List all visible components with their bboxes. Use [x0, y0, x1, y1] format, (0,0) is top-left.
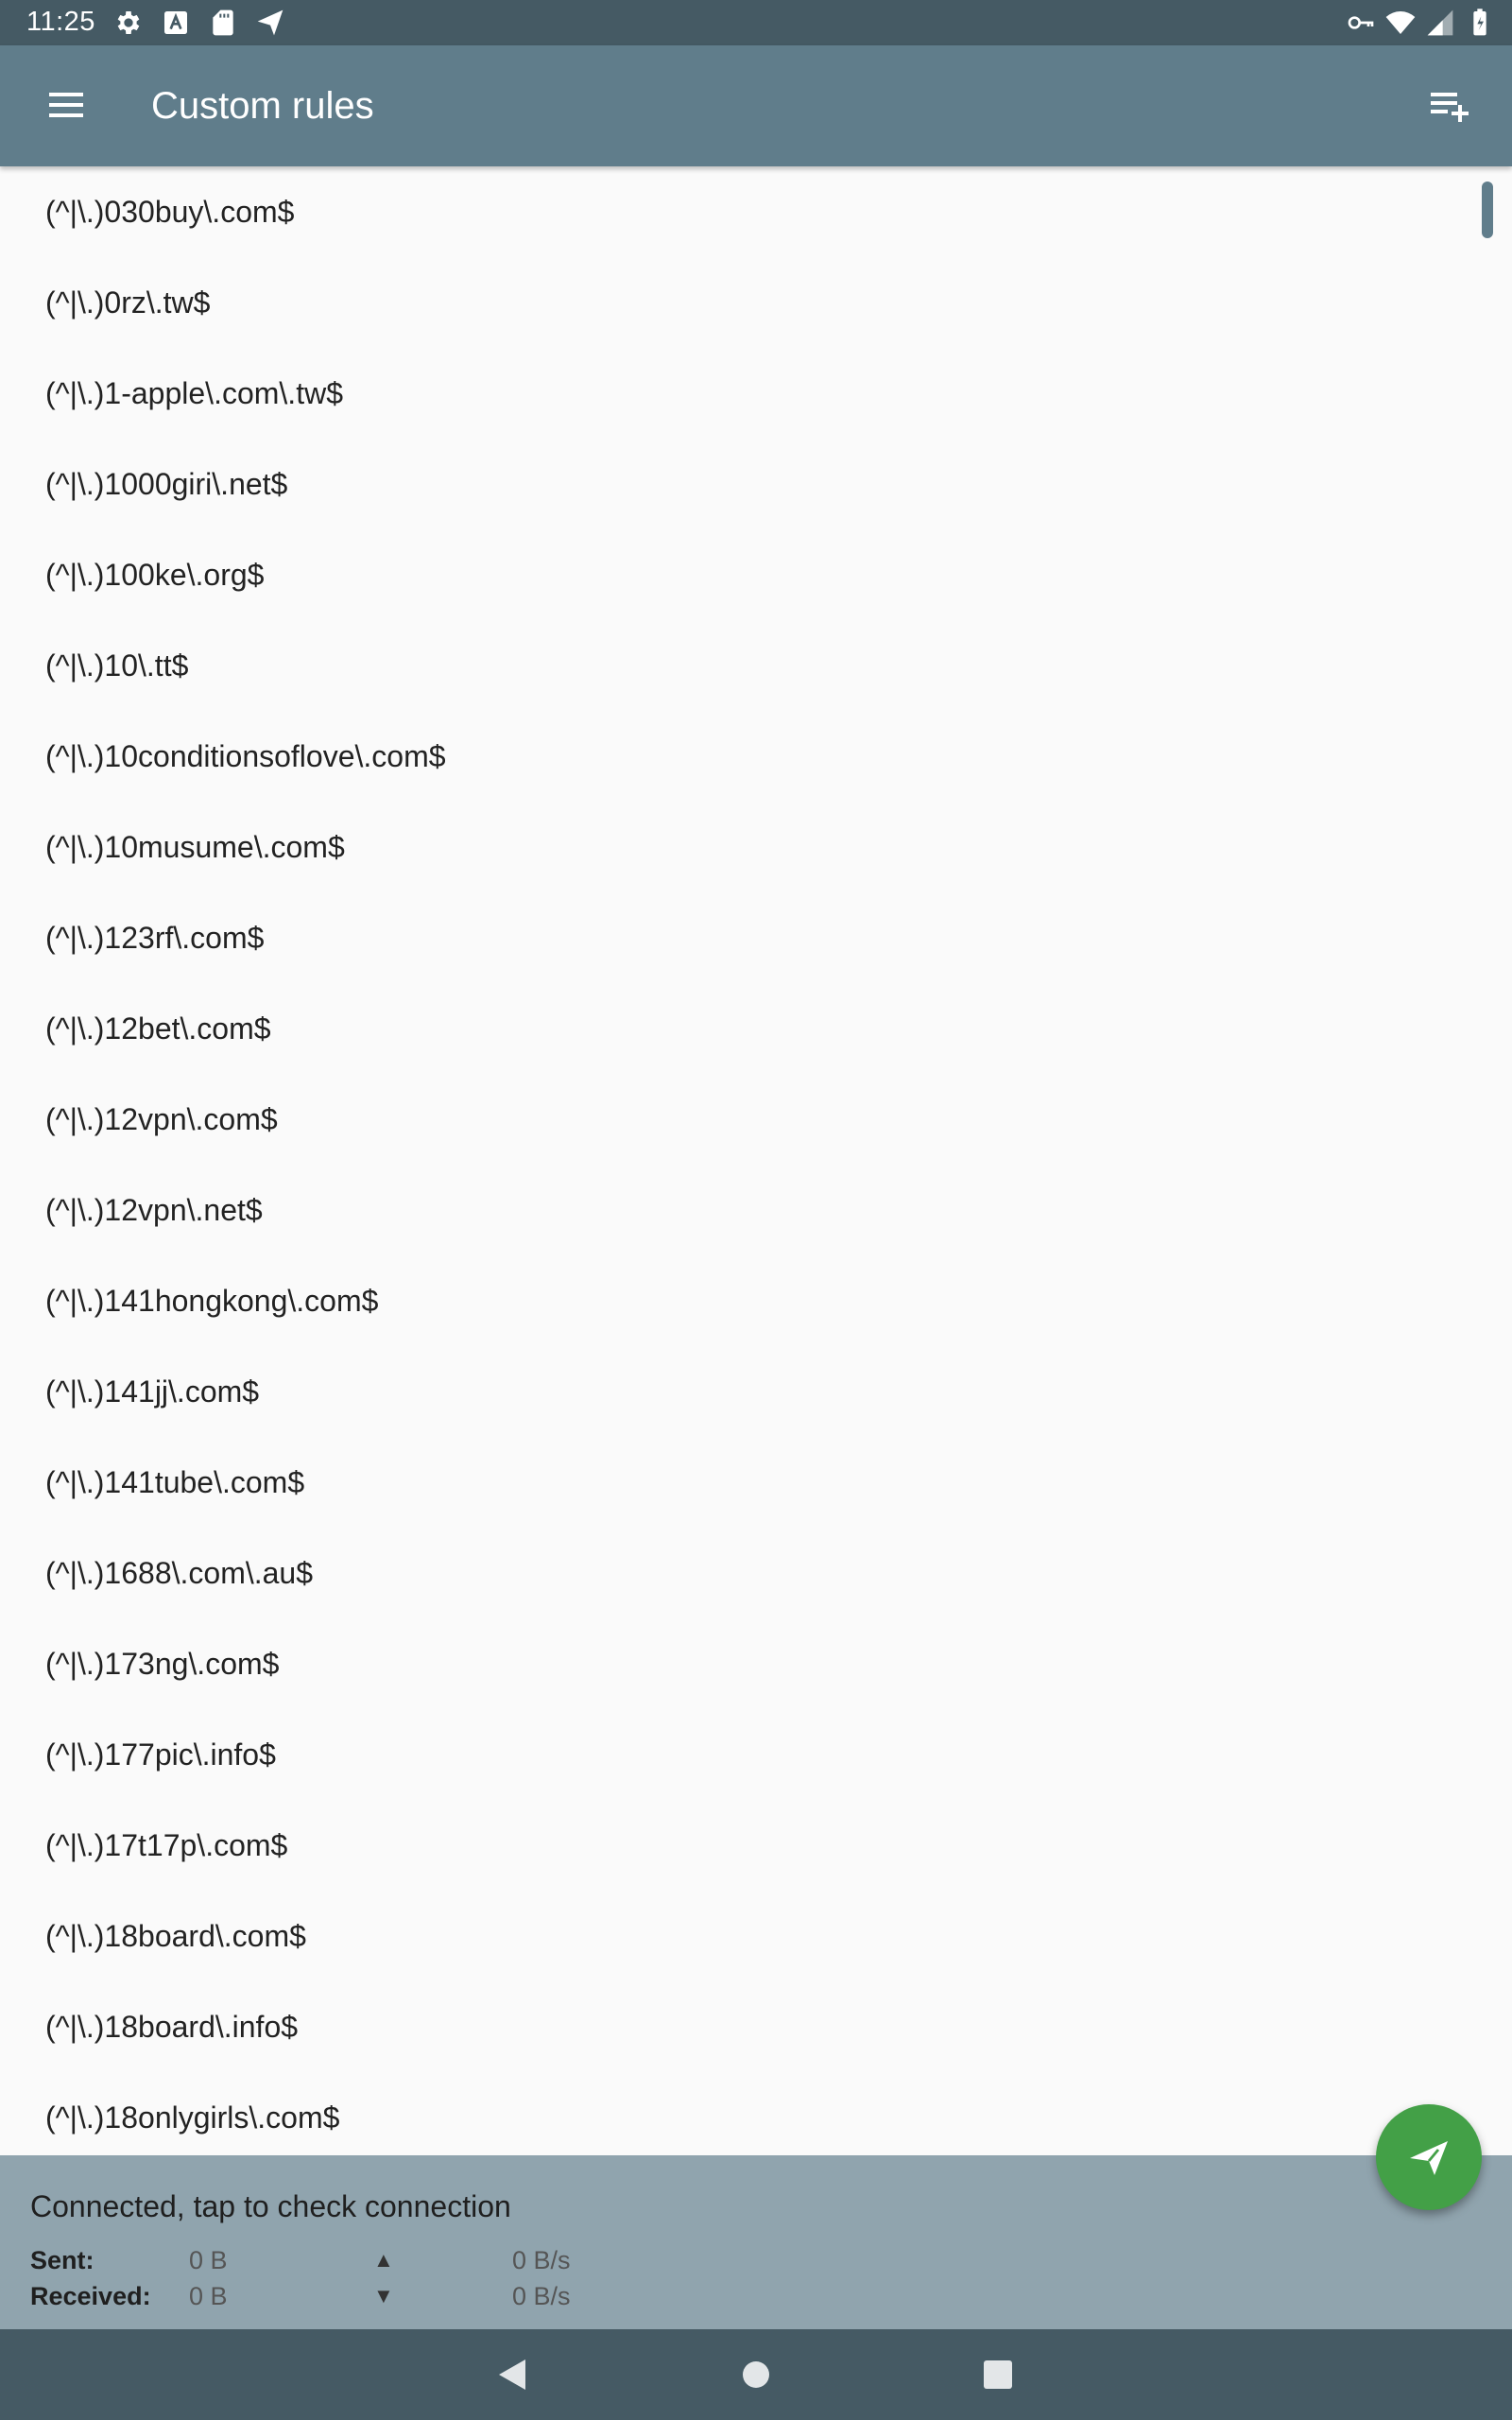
back-icon [499, 2360, 525, 2390]
signal-icon [1427, 9, 1453, 36]
list-item[interactable]: (^|\.)12vpn\.net$ [0, 1165, 1474, 1255]
page-title: Custom rules [151, 85, 374, 127]
send-icon [1410, 2141, 1448, 2175]
scrollbar[interactable] [1482, 182, 1493, 238]
status-left-icons [113, 8, 285, 38]
wifi-icon [1385, 11, 1416, 34]
menu-icon [49, 93, 83, 117]
received-rate: 0 B/s [512, 2282, 571, 2310]
menu-button[interactable] [42, 83, 94, 129]
list-item[interactable]: (^|\.)141tube\.com$ [0, 1437, 1474, 1528]
vpn-key-icon [1348, 16, 1374, 29]
connection-status: Connected, tap to check connection [30, 2189, 511, 2223]
list-item[interactable]: (^|\.)123rf\.com$ [0, 892, 1474, 983]
nav-bar [0, 2329, 1512, 2420]
gear-icon [117, 11, 140, 34]
list-item[interactable]: (^|\.)10\.tt$ [0, 620, 1474, 711]
back-button[interactable] [486, 2348, 539, 2401]
list-item[interactable]: (^|\.)18board\.info$ [0, 1981, 1474, 2072]
list-item[interactable]: (^|\.)030buy\.com$ [0, 166, 1474, 257]
received-value: 0 B [189, 2282, 228, 2310]
list-item[interactable]: (^|\.)18board\.com$ [0, 1891, 1474, 1981]
add-rule-button[interactable] [1423, 83, 1476, 129]
list-item[interactable]: (^|\.)100ke\.org$ [0, 529, 1474, 620]
list-item[interactable]: (^|\.)173ng\.com$ [0, 1618, 1474, 1709]
sd-card-icon [213, 9, 233, 36]
list-item[interactable]: (^|\.)141hongkong\.com$ [0, 1255, 1474, 1346]
connection-panel[interactable]: Connected, tap to check connection Sent:… [0, 2155, 1512, 2329]
rules-list[interactable]: (^|\.)030buy\.com$ (^|\.)0rz\.tw$ (^|\.)… [0, 166, 1512, 2155]
status-time: 11:25 [26, 7, 95, 37]
home-button[interactable] [730, 2348, 782, 2401]
list-item[interactable]: (^|\.)0rz\.tw$ [0, 257, 1474, 348]
list-item[interactable]: (^|\.)1688\.com\.au$ [0, 1528, 1474, 1618]
received-label: Received: [30, 2282, 151, 2310]
send-icon [257, 9, 284, 36]
sent-label: Sent: [30, 2246, 94, 2274]
status-bar: 11:25 [0, 0, 1512, 45]
sent-value: 0 B [189, 2246, 228, 2274]
sent-rate: 0 B/s [512, 2246, 571, 2274]
recents-icon [984, 2360, 1012, 2389]
list-item[interactable]: (^|\.)177pic\.info$ [0, 1709, 1474, 1800]
sent-arrow-icon: ▲ [373, 2248, 394, 2272]
home-icon [743, 2361, 769, 2388]
list-item[interactable]: (^|\.)10conditionsoflove\.com$ [0, 711, 1474, 802]
list-item[interactable]: (^|\.)17t17p\.com$ [0, 1800, 1474, 1891]
list-item[interactable]: (^|\.)10musume\.com$ [0, 802, 1474, 892]
connect-fab-button[interactable] [1376, 2104, 1482, 2210]
list-item[interactable]: (^|\.)12vpn\.com$ [0, 1074, 1474, 1165]
list-item[interactable]: (^|\.)1-apple\.com\.tw$ [0, 348, 1474, 439]
playlist-add-icon [1431, 93, 1469, 122]
font-icon [164, 11, 187, 34]
list-item[interactable]: (^|\.)1000giri\.net$ [0, 439, 1474, 529]
app-bar: Custom rules [0, 45, 1512, 166]
battery-charging-icon [1473, 9, 1486, 36]
list-item[interactable]: (^|\.)18onlygirls\.com$ [0, 2072, 1474, 2155]
list-item[interactable]: (^|\.)12bet\.com$ [0, 983, 1474, 1074]
recents-button[interactable] [971, 2348, 1024, 2401]
status-right-icons [1346, 8, 1495, 38]
received-arrow-icon: ▼ [373, 2284, 394, 2308]
list-item[interactable]: (^|\.)141jj\.com$ [0, 1346, 1474, 1437]
